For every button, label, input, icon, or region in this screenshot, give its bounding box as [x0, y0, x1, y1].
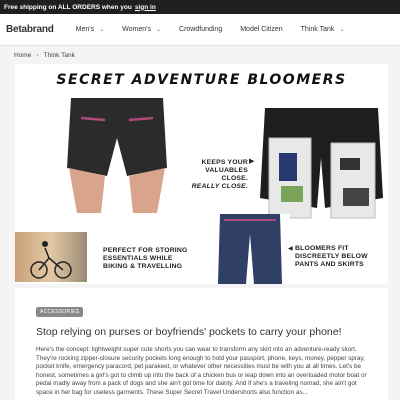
caption-line: DISCREETLY BELOW [295, 253, 368, 260]
nav-item-model-citizen[interactable]: Model Citizen [240, 26, 282, 33]
caption-line: PERFECT FOR STORING [103, 247, 188, 254]
nav-item-label: Men's [75, 26, 95, 33]
chevron-right-icon: › [36, 51, 39, 59]
arrow-right-icon: ▶ [249, 158, 255, 165]
promo-bar: Free shipping on ALL ORDERS when you sig… [0, 0, 400, 14]
hero-banner: SECRET ADVENTURE BLOOMERS KEEPS YOUR VAL… [15, 64, 388, 284]
main-nav: Betabrand Men's ⌄ Women's ⌄ Crowdfunding… [0, 14, 400, 46]
caption-line: REALLY CLOSE. [191, 183, 248, 190]
betabrand-logo[interactable]: Betabrand [6, 24, 54, 35]
bicycle-icon [30, 241, 72, 279]
jeans-image [210, 214, 290, 284]
caption-line: PANTS AND SKIRTS [295, 261, 364, 268]
caption-line: BIKING & TRAVELLING [103, 263, 183, 270]
nav-item-mens[interactable]: Men's ⌄ [76, 26, 105, 33]
article-headline: Stop relying on purses or boyfriends' po… [36, 326, 342, 338]
nav-item-think-tank[interactable]: Think Tank ⌄ [301, 26, 345, 33]
nav-item-label: Women's [122, 26, 151, 33]
chevron-down-icon: ⌄ [339, 27, 345, 33]
caption-line: ESSENTIALS WHILE [103, 255, 173, 262]
breadcrumb-home[interactable]: Home [14, 52, 31, 59]
caption-line: VALUABLES CLOSE. [205, 167, 248, 182]
caption-fit: BLOOMERS FIT DISCREETLY BELOW PANTS AND … [295, 245, 385, 269]
caption-keeps-valuables: KEEPS YOUR VALUABLES CLOSE. REALLY CLOSE… [188, 159, 248, 191]
hero-title: SECRET ADVENTURE BLOOMERS [56, 72, 347, 88]
category-badge[interactable]: ACCESSORIES [36, 307, 84, 317]
breadcrumb-current[interactable]: Think Tank [44, 52, 75, 59]
black-shorts-image [57, 98, 177, 213]
chevron-down-icon: ⌄ [99, 27, 105, 33]
nav-item-label: Crowdfunding [179, 26, 223, 33]
nav-item-crowdfunding[interactable]: Crowdfunding [179, 26, 222, 33]
arrow-left-icon: ◀ [288, 246, 293, 252]
article: ACCESSORIES Stop relying on purses or bo… [15, 288, 388, 400]
nav-item-womens[interactable]: Women's ⌄ [122, 26, 161, 33]
article-body: Here's the concept: lightweight super cu… [36, 346, 367, 396]
caption-biking: PERFECT FOR STORING ESSENTIALS WHILE BIK… [103, 247, 199, 271]
caption-line: KEEPS YOUR [201, 159, 248, 166]
chevron-down-icon: ⌄ [155, 27, 162, 33]
biking-photo [15, 232, 87, 282]
sign-in-link[interactable]: sign in [135, 4, 156, 11]
nav-item-label: Think Tank [300, 26, 335, 33]
breadcrumb: Home › Think Tank [0, 46, 400, 64]
nav-item-label: Model Citizen [240, 26, 283, 33]
caption-line: BLOOMERS FIT [295, 245, 349, 252]
promo-text: Free shipping on ALL ORDERS when you [4, 3, 132, 11]
